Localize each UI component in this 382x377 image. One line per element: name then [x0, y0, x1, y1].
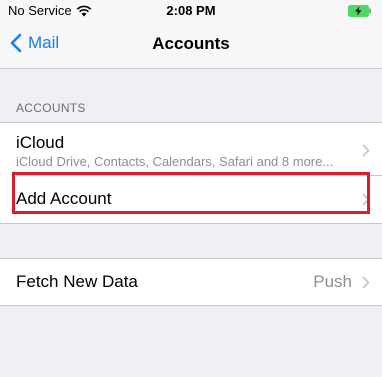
icloud-title: iCloud: [16, 133, 65, 152]
icloud-subtitle: iCloud Drive, Contacts, Calendars, Safar…: [16, 154, 334, 169]
fetch-new-data-value: Push: [313, 272, 352, 291]
fetch-new-data-title: Fetch New Data: [16, 272, 138, 291]
fetch-group: Fetch New Data Push: [0, 258, 382, 306]
battery-charging-icon: [348, 5, 371, 17]
chevron-right-icon: [362, 193, 370, 206]
chevron-right-icon: [362, 144, 370, 157]
page-title: Accounts: [152, 34, 230, 53]
status-time: 2:08 PM: [166, 3, 216, 18]
navigation-bar: Mail Accounts: [0, 22, 382, 69]
chevron-right-icon: [362, 276, 370, 289]
accounts-group: iCloud iCloud Drive, Contacts, Calendars…: [0, 122, 382, 224]
accounts-section-header: ACCOUNTS: [16, 101, 86, 115]
icloud-account-row[interactable]: iCloud iCloud Drive, Contacts, Calendars…: [0, 123, 382, 175]
fetch-new-data-row[interactable]: Fetch New Data Push: [0, 259, 382, 305]
add-account-row[interactable]: Add Account: [0, 175, 382, 223]
status-bar: No Service 2:08 PM: [0, 0, 382, 22]
add-account-title: Add Account: [16, 189, 112, 208]
